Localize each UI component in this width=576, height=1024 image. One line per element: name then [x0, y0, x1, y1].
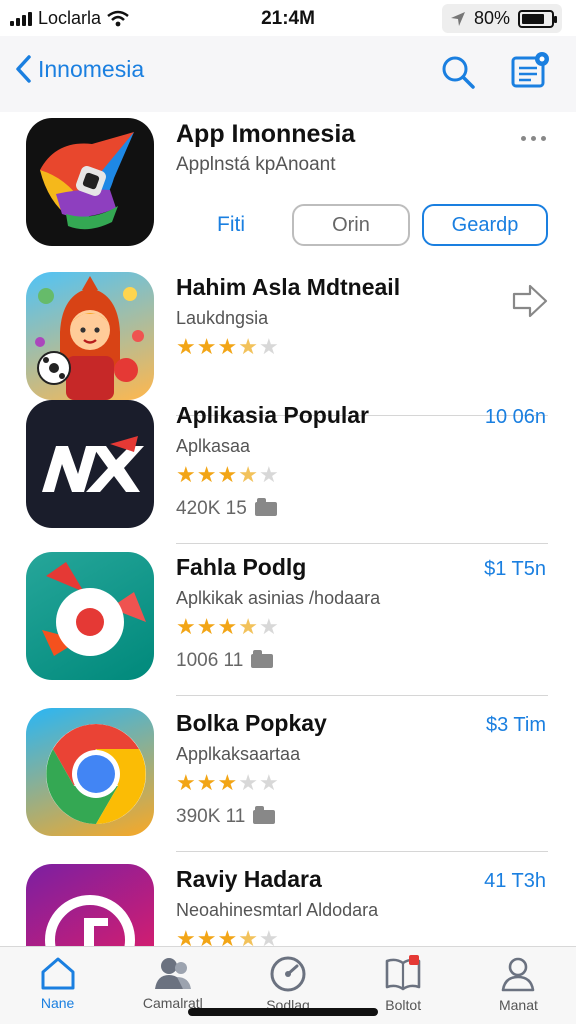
app-icon-target — [26, 552, 154, 680]
star-rating: ★ ★ ★ ★ ★ — [176, 772, 279, 794]
app-title: Fahla Podlg — [176, 554, 307, 580]
download-count: 1006 11 — [176, 650, 244, 671]
featured-actions: Fiti Orin Geardp — [176, 204, 548, 246]
star-icon: ★ — [238, 462, 258, 487]
star-icon: ★ — [258, 614, 279, 639]
folder-icon — [253, 806, 276, 824]
star-icon: ★ — [176, 926, 196, 947]
app-meta: 390K 11 — [176, 806, 276, 828]
star-icon: ★ — [217, 770, 238, 795]
app-icon-music — [26, 864, 154, 946]
app-subtitle: Aplkasaa — [176, 436, 251, 456]
star-icon: ★ — [238, 926, 258, 947]
download-count: 420K 15 — [176, 498, 247, 519]
status-bar: Loclarla 21:4M 80% — [0, 0, 576, 36]
star-icon: ★ — [258, 462, 279, 487]
orin-button[interactable]: Orin — [292, 204, 410, 246]
nav-bar: Innomesia — [0, 36, 576, 112]
star-rating: ★ ★ ★ ★ ★ — [176, 464, 279, 486]
app-subtitle: Laukdngsia — [176, 308, 269, 328]
featured-app-title: App Imonnesia — [176, 120, 356, 148]
app-price[interactable]: 41 T3h — [484, 870, 546, 893]
battery-icon — [518, 9, 557, 28]
star-icon: ★ — [217, 462, 238, 487]
back-label: Innomesia — [38, 55, 145, 82]
folder-icon — [251, 650, 274, 668]
search-icon[interactable] — [440, 54, 476, 90]
star-icon: ★ — [196, 334, 217, 359]
location-icon — [450, 11, 465, 26]
updates-icon[interactable] — [510, 50, 552, 90]
star-icon: ★ — [258, 926, 279, 947]
star-rating: ★ ★ ★ ★ ★ — [176, 336, 279, 358]
star-icon: ★ — [258, 770, 279, 795]
star-icon: ★ — [217, 614, 238, 639]
tab-home[interactable]: Nane — [0, 947, 115, 1024]
home-icon — [41, 957, 75, 990]
app-meta: 1006 11 — [176, 650, 274, 672]
fiti-button[interactable]: Fiti — [176, 213, 286, 237]
app-price[interactable]: 10 06n — [485, 406, 546, 429]
star-icon: ★ — [238, 334, 258, 359]
tab-label: Boltot — [385, 997, 422, 1013]
get-button[interactable]: Geardp — [422, 204, 548, 246]
app-price[interactable]: $1 T5n — [484, 558, 546, 581]
star-icon: ★ — [217, 926, 238, 947]
share-arrow-icon[interactable] — [512, 284, 548, 318]
star-icon: ★ — [258, 334, 279, 359]
more-icon[interactable] — [521, 136, 546, 141]
app-icon-cartoon — [26, 272, 154, 400]
app-subtitle: Aplkikak asinias /hodaara — [176, 588, 381, 608]
app-title: Bolka Popkay — [176, 710, 327, 736]
star-icon: ★ — [176, 462, 196, 487]
app-price[interactable]: $3 Tim — [486, 714, 546, 737]
app-icon-nx — [26, 400, 154, 528]
star-icon: ★ — [176, 770, 196, 795]
people-icon — [154, 958, 191, 989]
featured-app-icon — [26, 118, 154, 246]
download-count: 390K 11 — [176, 806, 246, 827]
app-subtitle: Neoahinesmtarl Aldodara — [176, 900, 379, 920]
star-icon: ★ — [238, 770, 258, 795]
book-icon — [385, 955, 421, 991]
back-button[interactable]: Innomesia — [14, 54, 144, 84]
app-list: App Imonnesia Applnstá kpAnoant Fiti Ori… — [0, 112, 576, 946]
star-rating: ★ ★ ★ ★ ★ — [176, 926, 279, 947]
row-divider — [176, 695, 548, 696]
app-icon-chrome — [26, 708, 154, 836]
person-icon — [502, 957, 535, 992]
tab-profile[interactable]: Manat — [461, 947, 576, 1024]
star-rating: ★ ★ ★ ★ ★ — [176, 616, 279, 638]
app-title: Aplikasia Popular — [176, 402, 370, 428]
app-title: Raviy Hadara — [176, 866, 322, 892]
home-indicator[interactable] — [188, 1008, 378, 1016]
gauge-icon — [270, 956, 306, 992]
list-item[interactable]: Fahla Podlg Aplkikak asinias /hodaara ★ ★… — [0, 544, 576, 696]
list-item[interactable]: Raviy Hadara Neoahinesmtarl Aldodara ★ ★ ★… — [0, 856, 576, 946]
star-icon: ★ — [176, 334, 196, 359]
app-subtitle: Applkaksaartaa — [176, 744, 301, 764]
row-divider — [176, 851, 548, 852]
status-right: 80% — [441, 4, 562, 33]
folder-icon — [254, 498, 277, 516]
star-icon: ★ — [196, 770, 217, 795]
star-icon: ★ — [196, 614, 217, 639]
tab-label: Nane — [40, 995, 75, 1011]
list-item[interactable]: Bolka Popkay Applkaksaartaa ★ ★ ★ ★ ★ 390K 1… — [0, 700, 576, 852]
star-icon: ★ — [196, 462, 217, 487]
chevron-left-icon — [16, 55, 31, 83]
star-icon: ★ — [196, 926, 217, 947]
app-title: Hahim Asla Mdtneail — [176, 274, 401, 300]
star-icon: ★ — [217, 334, 238, 359]
tab-label: Manat — [498, 997, 538, 1013]
battery-percent: 80% — [473, 8, 510, 28]
featured-app[interactable]: App Imonnesia Applnstá kpAnoant Fiti Ori… — [0, 112, 576, 262]
star-icon: ★ — [176, 614, 196, 639]
star-icon: ★ — [238, 614, 258, 639]
featured-app-subtitle: Applnstá kpAnoant — [176, 154, 336, 175]
app-meta: 420K 15 — [176, 498, 277, 520]
list-item[interactable]: Aplikasia Popular Aplkasaa ★ ★ ★ ★ ★ 420K 15… — [0, 392, 576, 544]
